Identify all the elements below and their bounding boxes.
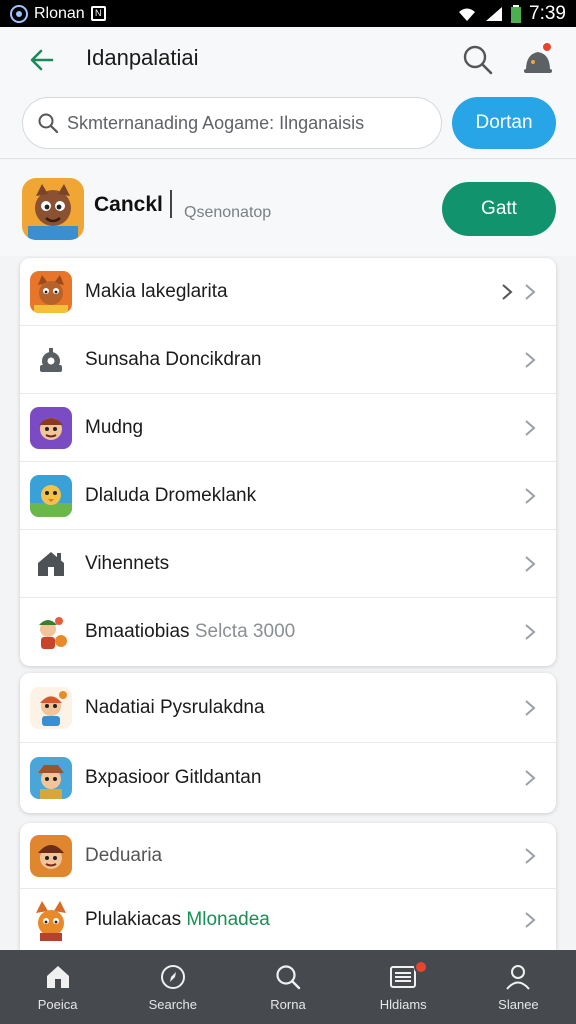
search-input[interactable] xyxy=(67,112,437,134)
list-item-label: Bmaatiobias Selcta 3000 xyxy=(85,621,295,643)
list-item[interactable]: Makia lakeglarita xyxy=(20,258,556,326)
game-pirate-icon xyxy=(30,834,72,877)
list-item-label-main: Plulakiacas xyxy=(85,909,182,930)
featured-divider xyxy=(170,190,172,218)
search-button[interactable]: Dortan xyxy=(452,97,556,149)
list-item-label: Nadatiai Pysrulakdna xyxy=(85,696,265,718)
app-circle-icon xyxy=(10,4,28,23)
list-item-label-main: Deduaria xyxy=(85,844,163,866)
list-item[interactable]: Bmaatiobias Selcta 3000 xyxy=(20,598,556,666)
chevron-right-icon xyxy=(525,847,536,864)
chevron-right-icon xyxy=(525,770,536,786)
search-field-icon xyxy=(38,113,59,134)
list-item-label: Sunsaha Doncikdran xyxy=(85,348,262,370)
list-item-label: Bxpasioor Gitldantan xyxy=(85,767,262,788)
featured-app-name: Canckl xyxy=(94,193,163,216)
list-card-3: Deduaria Plulakiacas Mlonadea xyxy=(20,823,556,951)
list-item[interactable]: Plulakiacas Mlonadea xyxy=(20,889,556,951)
nav-item-search[interactable]: Rorna xyxy=(230,950,345,1024)
nav-item-home[interactable]: Poeica xyxy=(0,950,115,1024)
search-icon[interactable] xyxy=(460,42,496,78)
profile-icon xyxy=(506,965,531,990)
nav-item-label: Searche xyxy=(148,997,198,1012)
nav-badge xyxy=(413,960,428,974)
game-fox-icon xyxy=(30,270,72,313)
nav-item-label: Hldiams xyxy=(379,997,427,1012)
game-farmer-icon xyxy=(30,757,72,799)
notification-button[interactable] xyxy=(520,40,556,78)
list-item[interactable]: Mudng xyxy=(20,394,556,462)
nav-item-explore[interactable]: Searche xyxy=(115,950,230,1024)
status-bar: Rlonan N 7:39 xyxy=(0,0,576,27)
nav-item-label: Rorna xyxy=(270,997,306,1012)
home-icon xyxy=(30,542,72,585)
list-item[interactable]: Bxpasioor Gitldantan xyxy=(20,743,556,813)
notification-box-icon: N xyxy=(90,6,106,21)
featured-app-icon xyxy=(22,178,84,240)
chevron-right-icon xyxy=(525,351,536,368)
bottom-nav: Poeica Searche Rorna Hldiams Slanee xyxy=(0,950,576,1024)
game-fox-icon xyxy=(30,899,72,941)
back-arrow-icon[interactable] xyxy=(26,44,58,76)
list-item-label: Mudng xyxy=(85,416,144,438)
chevron-right-icon xyxy=(502,283,513,300)
list-item-label-suffix: Mlonadea xyxy=(186,909,270,930)
chevron-right-icon xyxy=(525,699,536,716)
game-bird-icon xyxy=(30,474,72,517)
chevron-right-icon xyxy=(525,555,536,572)
search-box xyxy=(22,97,442,149)
game-character-icon xyxy=(30,611,72,653)
signal-icon xyxy=(486,6,503,21)
nav-item-label: Slanee xyxy=(498,997,539,1012)
list-item[interactable]: Nadatiai Pysrulakdna xyxy=(20,673,556,743)
home-icon xyxy=(46,966,69,988)
chevron-right-icon xyxy=(525,912,536,928)
page-title: Idanpalatiai xyxy=(86,45,199,70)
list-item[interactable]: Deduaria xyxy=(20,823,556,889)
list-item[interactable]: Vihennets xyxy=(20,530,556,598)
list-item-label: Plulakiacas Mlonadea xyxy=(85,909,270,931)
game-character-icon xyxy=(30,686,72,729)
list-item-label-suffix: Selcta 3000 xyxy=(194,621,296,642)
list-item[interactable]: Sunsaha Doncikdran xyxy=(20,326,556,394)
notification-badge xyxy=(541,41,553,53)
chevron-right-icon xyxy=(525,624,536,640)
chevron-right-icon xyxy=(525,283,536,300)
nav-item-updates[interactable]: Hldiams xyxy=(346,950,461,1024)
list-card-1: Makia lakeglarita Sunsaha Doncikdran Mud… xyxy=(20,258,556,666)
game-purple-icon xyxy=(30,406,72,449)
status-app-label: Rlonan xyxy=(34,4,85,22)
get-button[interactable]: Gatt xyxy=(442,182,556,236)
settings-cog-icon xyxy=(30,338,72,381)
list-item-label: Deduaria xyxy=(85,845,162,867)
list-item[interactable]: Dlaluda Dromeklank xyxy=(20,462,556,530)
list-item-label-main: Bmaatiobias xyxy=(85,621,190,642)
list-card-2: Nadatiai Pysrulakdna Bxpasioor Gitldanta… xyxy=(20,673,556,813)
wifi-icon xyxy=(459,8,476,21)
status-time: 7:39 xyxy=(529,2,566,24)
nav-item-label: Poeica xyxy=(37,997,78,1012)
battery-icon xyxy=(511,4,522,23)
list-item-label: Vihennets xyxy=(85,552,170,574)
nav-item-profile[interactable]: Slanee xyxy=(461,950,576,1024)
app-bar: Idanpalatiai xyxy=(0,27,576,93)
list-item-label: Dlaluda Dromeklank xyxy=(85,484,257,506)
chevron-right-icon xyxy=(525,419,536,436)
list-item-label: Makia lakeglarita xyxy=(85,280,228,302)
featured-app-subtitle: Qsenonatop xyxy=(184,204,272,221)
search-icon xyxy=(276,965,301,990)
search-row: Dortan xyxy=(0,93,576,159)
chevron-right-icon xyxy=(525,487,536,504)
compass-icon xyxy=(160,965,185,989)
featured-app: Canckl Qsenonatop Gatt xyxy=(0,160,576,256)
